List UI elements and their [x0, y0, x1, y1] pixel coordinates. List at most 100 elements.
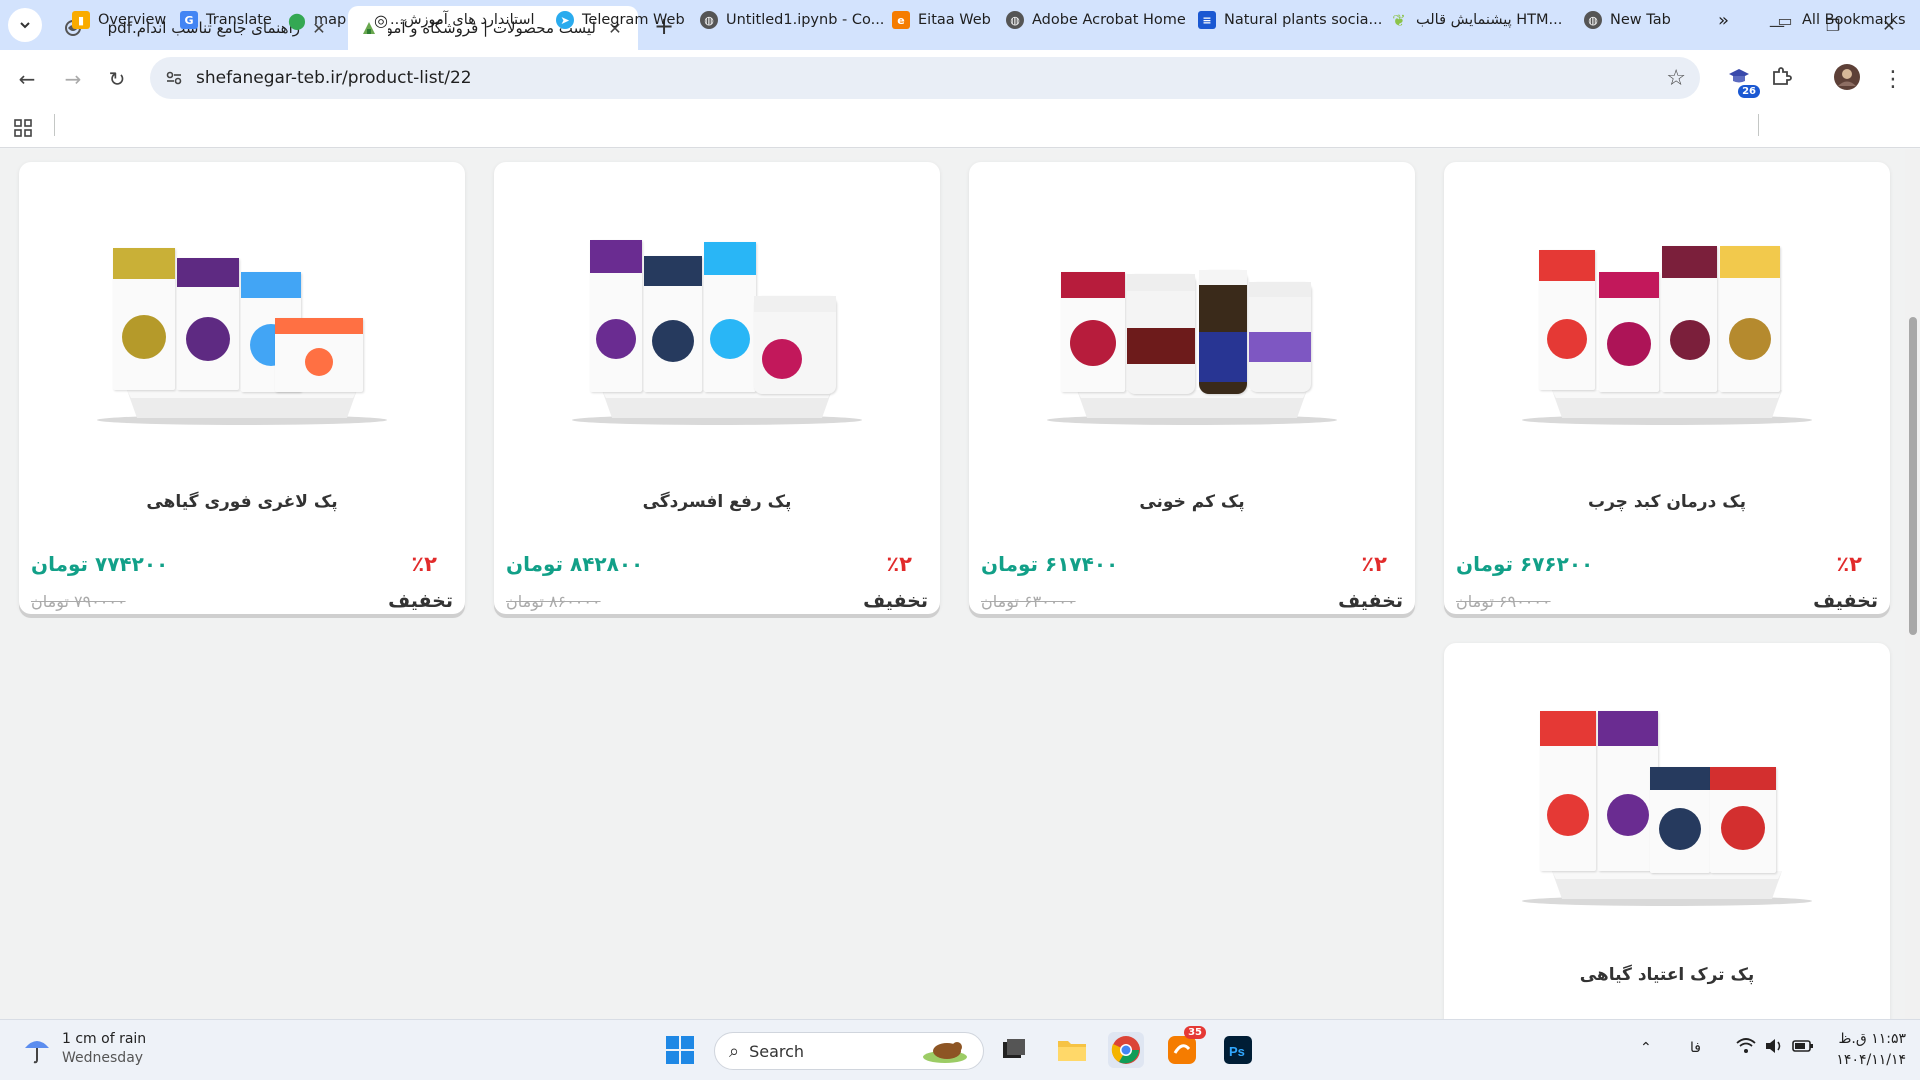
site-info-icon[interactable] [164, 68, 184, 88]
bookmarks-divider [1758, 114, 1759, 136]
profile-button[interactable] [1830, 62, 1864, 96]
product-image[interactable] [494, 162, 940, 462]
product-image[interactable] [1444, 643, 1890, 943]
scrollbar-thumb[interactable] [1909, 317, 1917, 635]
bookmark-map[interactable]: ⬤ map [288, 8, 346, 32]
product-box [590, 240, 642, 392]
file-explorer-button[interactable] [1054, 1032, 1090, 1068]
product-name[interactable]: پک کم خونی [969, 492, 1415, 512]
product-box [644, 256, 702, 392]
product-price: ۶۷۶۲۰۰ تومان [1456, 552, 1594, 576]
product-jar [1127, 274, 1195, 394]
product-image[interactable] [1444, 162, 1890, 462]
bookmark-label: استاندارد های آموزش... [390, 12, 535, 28]
product-image[interactable] [19, 162, 465, 462]
folder-icon [1058, 1041, 1086, 1061]
product-card[interactable]: پک کم خونی ٪۲ ۶۱۷۴۰۰ تومان تخفیف ۶۳۰۰۰۰ … [969, 162, 1415, 614]
product-bottle [1199, 270, 1247, 394]
address-bar[interactable]: shefanegar-teb.ir/product-list/22 ☆ [150, 57, 1700, 99]
bookmark-colab[interactable]: ◍ Untitled1.ipynb - Co... [700, 8, 884, 32]
product-box [1710, 767, 1776, 873]
volume-icon[interactable] [1764, 1038, 1784, 1058]
product-box [1599, 272, 1659, 392]
language-indicator[interactable]: فا [1690, 1040, 1701, 1056]
back-button[interactable]: ← [10, 62, 44, 96]
bookmark-standards[interactable]: استاندارد های آموزش... ◎ [364, 8, 535, 32]
bookmark-html-template[interactable]: ❦ پیشنمایش قالب HTM... [1390, 8, 1562, 32]
product-box [113, 248, 175, 390]
extensions-button[interactable] [1764, 62, 1798, 96]
product-image[interactable] [969, 162, 1415, 462]
weather-sub: Wednesday [62, 1050, 144, 1066]
product-card[interactable]: پک ترک اعتیاد گیاهی [1444, 643, 1890, 1019]
product-name[interactable]: پک لاغری فوری گیاهی [19, 492, 465, 512]
apps-grid-icon [14, 119, 32, 137]
discount-label: تخفیف [388, 590, 453, 612]
product-box [1598, 711, 1658, 871]
all-bookmarks-button[interactable]: ▭ All Bookmarks [1776, 8, 1905, 32]
product-box [275, 318, 363, 392]
system-clock[interactable]: ۱۱:۵۳ ق.ظ ۱۴۰۴/۱۱/۱۴ [1822, 1029, 1906, 1071]
leaf-logo-icon: ❦ [1392, 10, 1406, 30]
svg-text:Ps: Ps [1229, 1044, 1245, 1059]
eitaa-icon: e [892, 11, 910, 29]
photoshop-button[interactable]: Ps [1220, 1032, 1256, 1068]
notification-badge: 35 [1184, 1026, 1206, 1039]
product-name[interactable]: پک درمان کبد چرب [1444, 492, 1890, 512]
bookmark-label: New Tab [1610, 12, 1671, 28]
weather-widget[interactable]: 1 cm of rain Wednesday [22, 1030, 146, 1068]
menu-button[interactable]: ⋮ [1876, 62, 1910, 96]
bookmark-label: Natural plants socia... [1224, 12, 1383, 28]
page-scrollbar[interactable] [1905, 149, 1920, 1019]
product-box [1662, 246, 1717, 392]
battery-icon[interactable] [1792, 1038, 1814, 1058]
extension-button[interactable]: 26 [1722, 62, 1760, 98]
puzzle-icon [1770, 66, 1792, 92]
bookmark-star-icon[interactable]: ☆ [1666, 66, 1686, 91]
discount-label: تخفیف [1338, 590, 1403, 612]
forward-button[interactable]: → [56, 62, 90, 96]
product-jar [754, 296, 836, 394]
start-button[interactable] [662, 1032, 698, 1068]
windows-logo-icon [666, 1036, 694, 1064]
more-bookmarks-button[interactable]: » [1718, 8, 1729, 32]
bookmark-label: map [314, 12, 347, 28]
bookmark-label: Telegram Web [582, 12, 685, 28]
snagit-button[interactable]: 35 [1164, 1026, 1206, 1068]
product-card[interactable]: پک لاغری فوری گیاهی ٪۲ ۷۷۴۲۰۰ تومان تخفی… [19, 162, 465, 614]
bookmark-telegram[interactable]: ➤ Telegram Web [556, 8, 685, 32]
discount-label: تخفیف [1813, 590, 1878, 612]
product-list-page: پک درمان کبد چرب ٪۲ ۶۷۶۲۰۰ تومان تخفیف ۶… [0, 149, 1905, 1019]
product-box [1650, 767, 1710, 873]
chrome-taskbar-button[interactable] [1108, 1032, 1144, 1068]
bookmark-label: Overview [98, 12, 167, 28]
bookmark-natural-plants[interactable]: ≡ Natural plants socia... [1198, 8, 1382, 32]
product-name[interactable]: پک رفع افسردگی [494, 492, 940, 512]
bookmark-translate[interactable]: G Translate [180, 8, 272, 32]
snagit-icon [1168, 1036, 1196, 1064]
wifi-icon[interactable] [1736, 1038, 1756, 1058]
product-card[interactable]: پک درمان کبد چرب ٪۲ ۶۷۶۲۰۰ تومان تخفیف ۶… [1444, 162, 1890, 614]
beaver-illustration-icon [917, 1039, 973, 1069]
old-price: ۸۶۰۰۰۰ تومان [506, 592, 601, 611]
apps-button[interactable] [14, 116, 32, 140]
bookmark-overview[interactable]: ▮ Overview [72, 8, 166, 32]
task-view-icon [1003, 1039, 1025, 1058]
old-price: ۶۳۰۰۰۰ تومان [981, 592, 1076, 611]
taskbar-search[interactable]: ⌕ Search [714, 1032, 984, 1070]
photoshop-icon: Ps [1224, 1036, 1252, 1064]
chevron-down-icon [20, 22, 30, 29]
bookmarks-bar [0, 108, 1920, 148]
product-name[interactable]: پک ترک اعتیاد گیاهی [1444, 965, 1890, 985]
bookmark-eitaa[interactable]: e Eitaa Web [892, 8, 991, 32]
bookmark-acrobat[interactable]: ◍ Adobe Acrobat Home [1006, 8, 1186, 32]
reload-button[interactable]: ↻ [100, 62, 134, 96]
bookmark-new-tab[interactable]: ◍ New Tab [1584, 8, 1671, 32]
chevron-double-right-icon: » [1718, 9, 1730, 31]
tab-search-button[interactable] [8, 8, 42, 42]
product-card[interactable]: پک رفع افسردگی ٪۲ ۸۴۲۸۰۰ تومان تخفیف ۸۶۰… [494, 162, 940, 614]
umbrella-rain-icon [25, 1041, 49, 1064]
globe-icon: ◍ [700, 11, 718, 29]
task-view-button[interactable] [996, 1032, 1032, 1068]
tray-overflow-button[interactable]: ⌃ [1640, 1040, 1652, 1056]
